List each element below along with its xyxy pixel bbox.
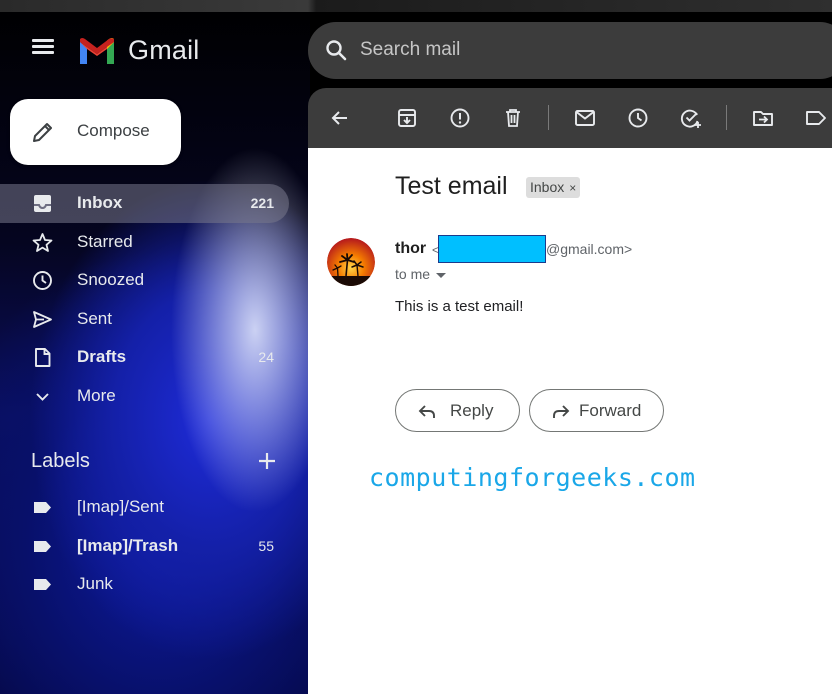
label-name: [Imap]/Sent	[77, 497, 164, 516]
forward-button[interactable]: Forward	[529, 389, 664, 432]
caret-down-icon	[436, 272, 447, 278]
label-count: 55	[258, 537, 274, 554]
sidebar-item-sent[interactable]: Sent	[0, 300, 289, 339]
star-icon	[32, 232, 53, 252]
archive-icon[interactable]	[396, 107, 418, 129]
label-tag-icon	[34, 579, 51, 591]
watermark-text: computingforgeeks.com	[369, 463, 696, 492]
sidebar-item-label: More	[77, 385, 116, 405]
sidebar-item-more[interactable]: More	[0, 377, 289, 416]
chip-label: Inbox	[530, 179, 565, 195]
inbox-icon	[34, 195, 51, 212]
message-toolbar	[308, 88, 832, 148]
browser-top-strip	[0, 0, 832, 12]
sidebar-item-snoozed[interactable]: Snoozed	[0, 261, 289, 300]
send-icon	[33, 310, 52, 328]
label-item-junk[interactable]: Junk	[0, 565, 289, 604]
back-arrow-icon[interactable]	[329, 107, 351, 129]
move-to-icon[interactable]	[752, 107, 774, 129]
chip-close-icon[interactable]: ×	[569, 181, 576, 195]
delete-icon[interactable]	[502, 107, 524, 129]
sidebar-nav: Inbox 221 Starred Snoozed Sent Drafts 24…	[0, 184, 310, 416]
add-label-icon[interactable]	[255, 449, 279, 473]
sidebar-item-label: Snoozed	[77, 270, 145, 290]
sidebar-item-label: Sent	[77, 308, 112, 328]
sender-avatar[interactable]	[327, 238, 375, 286]
drafts-count: 24	[258, 349, 274, 366]
label-item-imap-trash[interactable]: [Imap]/Trash 55	[0, 527, 289, 566]
sender-name: thor	[395, 240, 427, 257]
sender-email-domain: @gmail.com>	[546, 241, 633, 257]
inbox-label-chip[interactable]: Inbox ×	[526, 177, 581, 198]
recipient-label: to me	[395, 266, 431, 282]
hamburger-icon	[32, 39, 54, 42]
reply-label: Reply	[450, 401, 494, 420]
toolbar-divider	[726, 105, 727, 130]
pencil-icon	[33, 123, 52, 142]
clock-icon	[33, 271, 52, 291]
sidebar-item-label: Inbox	[77, 193, 123, 212]
message-body: This is a test email!	[395, 298, 524, 315]
forward-icon	[553, 405, 570, 418]
search-input[interactable]	[360, 32, 780, 68]
label-tag-icon	[34, 540, 51, 552]
search-bar[interactable]	[308, 22, 832, 79]
compose-label: Compose	[77, 121, 150, 140]
label-tag-icon	[34, 502, 51, 513]
reply-button[interactable]: Reply	[395, 389, 520, 432]
labels-list: [Imap]/Sent [Imap]/Trash 55 Junk	[0, 488, 310, 604]
sidebar-item-inbox[interactable]: Inbox 221	[0, 184, 289, 223]
label-name: Junk	[77, 574, 113, 594]
gmail-wordmark[interactable]: Gmail	[128, 35, 200, 66]
gmail-logo-icon	[80, 38, 114, 64]
chevron-down-icon	[36, 393, 49, 401]
sidebar-item-label: Starred	[77, 231, 133, 251]
forward-label: Forward	[579, 401, 642, 420]
report-spam-icon[interactable]	[449, 107, 471, 129]
reply-icon	[418, 405, 435, 418]
compose-button[interactable]: Compose	[10, 99, 181, 165]
sidebar-item-drafts[interactable]: Drafts 24	[0, 338, 289, 377]
toolbar-divider	[548, 105, 549, 130]
label-name: [Imap]/Trash	[77, 535, 179, 555]
sidebar-item-label: Drafts	[77, 347, 127, 367]
label-item-imap-sent[interactable]: [Imap]/Sent	[0, 488, 289, 527]
labels-heading: Labels	[31, 450, 90, 472]
label-icon[interactable]	[805, 107, 827, 129]
mark-unread-icon[interactable]	[574, 107, 596, 129]
search-icon[interactable]	[324, 38, 348, 62]
main-menu-button[interactable]	[28, 36, 58, 66]
message-pane: Test email Inbox × thor < @gmail.com> to …	[308, 148, 832, 694]
unread-count: 221	[250, 195, 274, 211]
snooze-icon[interactable]	[627, 107, 649, 129]
draft-icon	[35, 348, 51, 368]
add-to-tasks-icon[interactable]	[680, 107, 702, 129]
sidebar-item-starred[interactable]: Starred	[0, 223, 289, 262]
recipient-details-toggle[interactable]: to me	[395, 266, 447, 282]
redacted-email-block	[438, 235, 546, 263]
message-subject: Test email	[395, 172, 508, 200]
